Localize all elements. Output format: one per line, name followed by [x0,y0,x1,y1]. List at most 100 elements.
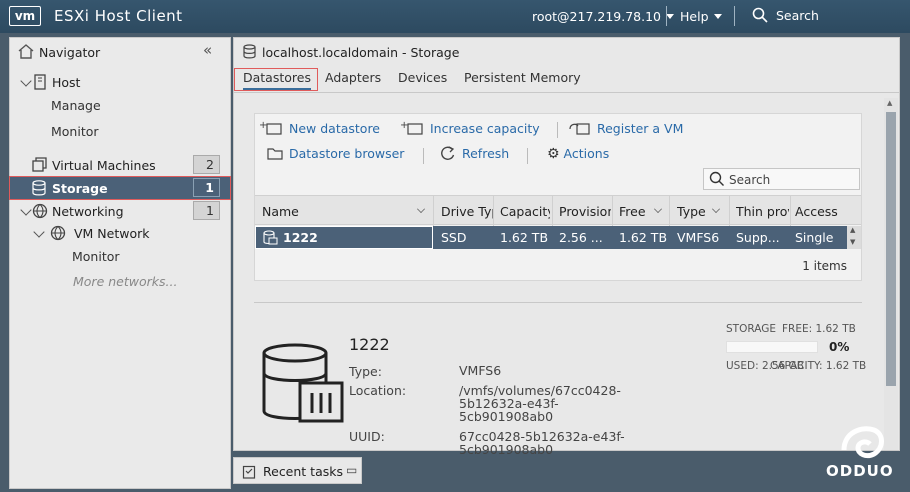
tab-devices[interactable]: Devices [398,70,447,85]
toolbar-separator [557,122,558,138]
column-header-thin-provisioning[interactable]: Thin provisioning [736,204,789,219]
maximize-icon[interactable]: ▭ [346,463,357,477]
database-icon [32,180,46,196]
user-menu[interactable]: root@217.219.78.10 [532,9,675,24]
chevron-down-icon[interactable] [654,205,662,213]
nav-item-storage[interactable]: Storage 1 [9,176,231,200]
location-line: 5cb901908ab0 [459,409,554,424]
chevron-down-icon [713,14,722,19]
column-divider [790,196,791,226]
nav-item-more-networks[interactable]: More networks... [10,270,230,292]
virtual-machine-icon [32,157,47,172]
chevron-down-icon[interactable] [712,205,720,213]
cell-access: Single [795,230,834,245]
help-label: Help [680,9,709,24]
collapse-icon[interactable]: « [203,41,212,59]
increase-capacity-button[interactable]: + Increase capacity [400,120,540,136]
nav-item-monitor[interactable]: Monitor [10,120,230,142]
nav-item-manage-label: Manage [51,98,101,113]
new-datastore-label: New datastore [288,121,380,136]
nav-item-vm-network-monitor-label: Monitor [72,249,120,264]
column-divider [612,196,613,226]
column-header-provisioned[interactable]: Provisioned [559,204,611,219]
home-icon [18,44,34,59]
cell-name: 1222 [283,230,318,245]
svg-text:+: + [400,120,408,131]
new-datastore-icon: + [259,120,282,135]
count-badge: 2 [193,155,220,174]
scrollbar-thumb[interactable] [886,112,896,386]
nav-item-vm-network-label: VM Network [74,226,150,241]
register-vm-label: Register a VM [596,121,684,136]
column-header-type[interactable]: Type [677,204,712,219]
refresh-button[interactable]: Refresh [440,146,509,161]
details-divider [254,302,862,303]
uuid-label: UUID: [349,429,385,444]
table-row[interactable]: 1222 SSD 1.62 TB 2.56 ... 1.62 TB VMFS6 … [255,226,847,249]
increase-capacity-icon: + [400,120,423,135]
type-label: Type: [349,364,382,379]
navigator-header: Navigator « [10,38,230,66]
cell-thin-provisioning: Supp... [736,230,780,245]
column-divider [552,196,553,226]
scroll-up-icon: ▲ [887,99,893,107]
grid-scrollbar[interactable]: ▲ ▼ [847,226,861,249]
cell-free: 1.62 TB [619,230,668,245]
datastore-browser-button[interactable]: Datastore browser [267,146,404,161]
tabs-divider [234,92,899,93]
location-label: Location: [349,383,407,398]
chevron-down-icon[interactable] [417,205,425,213]
recent-tasks-button[interactable]: Recent tasks ▭ [233,457,362,484]
header-divider [734,6,735,26]
tab-adapters[interactable]: Adapters [325,70,381,85]
watermark-text: ODDUO [826,462,894,480]
actions-button[interactable]: ⚙ Actions [547,146,609,162]
tab-persistent-memory[interactable]: Persistent Memory [464,70,581,85]
cell-capacity: 1.62 TB [500,230,549,245]
column-header-free[interactable]: Free [619,204,649,219]
cell-type: VMFS6 [677,230,720,245]
nav-item-vm-network[interactable]: VM Network [10,222,230,244]
search-icon [752,7,768,23]
tab-datastores[interactable]: Datastores [243,70,311,90]
items-count: 1 items [802,259,847,273]
nav-item-more-networks-label: More networks... [73,274,178,289]
app-title: ESXi Host Client [54,7,183,25]
user-label: root@217.219.78.10 [532,9,662,24]
header-search[interactable]: Search [752,7,819,23]
nav-item-storage-label: Storage [52,181,108,196]
register-vm-button[interactable]: Register a VM [567,120,683,136]
navigator-panel: Navigator « Host Manage Monitor Virtual … [9,37,231,489]
column-header-name[interactable]: Name [262,204,412,219]
recent-tasks-label: Recent tasks [263,464,343,479]
nav-item-networking[interactable]: Networking 1 [10,200,230,222]
increase-capacity-label: Increase capacity [429,121,540,136]
row-name-cell [255,226,433,249]
nav-item-host[interactable]: Host [10,71,230,93]
column-header-drive-type[interactable]: Drive Type [441,204,493,219]
actions-label: Actions [563,146,610,161]
grid-search-input[interactable]: Search [703,168,860,190]
help-menu[interactable]: Help [680,9,722,24]
register-vm-icon [569,123,590,135]
new-datastore-button[interactable]: + New datastore [259,120,380,136]
uuid-line: 5cb901908ab0 [459,442,554,457]
clipboard-icon [242,465,256,479]
nav-item-vm-network-monitor[interactable]: Monitor [10,245,230,267]
storage-panel: localhost.localdomain - Storage Datastor… [233,37,900,456]
header-divider [666,6,667,26]
datastore-browser-label: Datastore browser [288,146,405,161]
top-bar: vm ESXi Host Client root@217.219.78.10 H… [0,0,910,33]
nav-item-manage[interactable]: Manage [10,94,230,116]
vmware-logo: vm [9,6,41,26]
nav-item-virtual-machines[interactable]: Virtual Machines 2 [10,154,230,176]
nav-item-monitor-label: Monitor [51,124,99,139]
column-header-access[interactable]: Access [795,204,843,219]
page-title: localhost.localdomain - Storage [262,45,460,60]
panel-scrollbar[interactable]: ▲ [884,98,898,450]
column-divider [669,196,670,226]
toolbar-separator [527,148,528,164]
network-icon [50,225,66,241]
column-header-capacity[interactable]: Capacity [500,204,550,219]
datastore-large-icon [262,343,344,423]
